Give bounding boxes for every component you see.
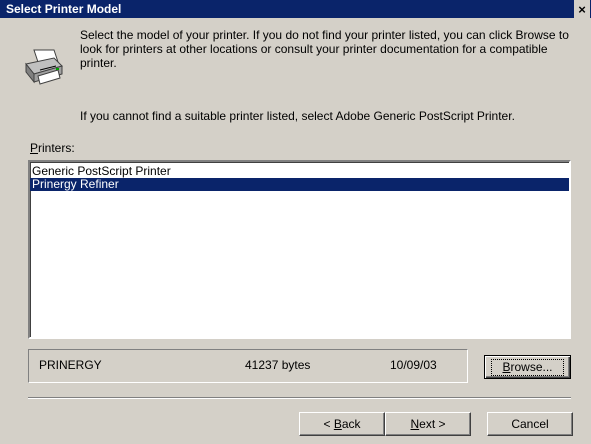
cancel-button[interactable]: Cancel bbox=[487, 412, 573, 436]
printers-label-mnemonic: P bbox=[30, 141, 39, 155]
file-date: 10/09/03 bbox=[390, 358, 437, 372]
intro-text: Select the model of your printer. If you… bbox=[80, 28, 569, 70]
separator bbox=[28, 397, 571, 399]
file-name: PRINERGY bbox=[39, 358, 102, 372]
title-bar[interactable]: Select Printer Model × bbox=[0, 0, 591, 18]
cancel-button-label: Cancel bbox=[511, 417, 549, 431]
back-button-label: < Back bbox=[323, 417, 361, 431]
printer-icon bbox=[25, 49, 63, 85]
next-button[interactable]: Next > bbox=[385, 412, 471, 436]
file-info-panel: PRINERGY 41237 bytes 10/09/03 bbox=[28, 349, 468, 383]
close-button[interactable]: × bbox=[574, 0, 590, 18]
close-icon: × bbox=[578, 1, 586, 17]
printers-label: Printers: bbox=[30, 141, 75, 155]
next-button-label: Next > bbox=[410, 417, 446, 431]
back-button[interactable]: < Back bbox=[299, 412, 385, 436]
printers-listbox[interactable]: Generic PostScript Printer Prinergy Refi… bbox=[28, 160, 571, 339]
window-title: Select Printer Model bbox=[6, 2, 122, 16]
browse-button-label: Browse... bbox=[491, 358, 564, 376]
printers-label-rest: rinters: bbox=[38, 141, 75, 155]
file-size: 41237 bytes bbox=[245, 358, 311, 372]
select-printer-model-dialog: Select Printer Model × Select the model … bbox=[0, 0, 591, 444]
list-item-prinergy-refiner[interactable]: Prinergy Refiner bbox=[30, 178, 569, 191]
generic-printer-hint: If you cannot find a suitable printer li… bbox=[80, 109, 515, 123]
browse-button[interactable]: Browse... bbox=[484, 355, 571, 379]
